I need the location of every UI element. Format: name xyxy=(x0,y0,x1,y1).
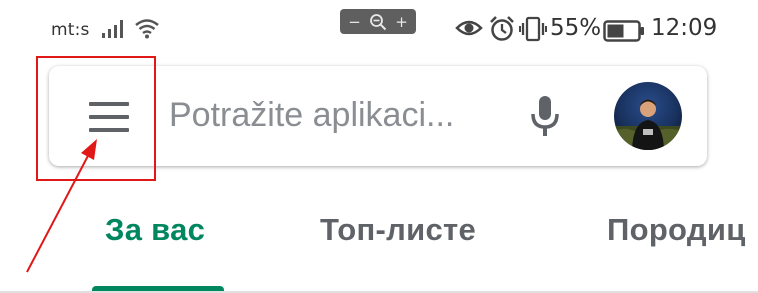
avatar[interactable] xyxy=(614,82,682,150)
clock: 12:09 xyxy=(651,15,718,41)
zoom-in-button[interactable]: + xyxy=(395,13,408,31)
magnifier-icon xyxy=(370,13,387,30)
eye-icon xyxy=(455,20,483,36)
status-bar: mt:s − + 55% 12:09 xyxy=(0,0,758,60)
battery-percent: 55% xyxy=(550,15,602,41)
wifi-icon xyxy=(135,19,159,39)
vibrate-icon xyxy=(519,16,547,42)
search-input[interactable]: Potražite aplikaci... xyxy=(169,96,454,135)
menu-icon[interactable] xyxy=(89,102,129,132)
zoom-controls[interactable]: − + xyxy=(340,9,416,34)
alarm-icon xyxy=(490,16,514,41)
carrier-name: mt:s xyxy=(51,20,90,40)
signal-icon xyxy=(102,20,123,38)
search-bar[interactable]: Potražite aplikaci... xyxy=(49,66,707,166)
tab-top-charts[interactable]: Топ-листе xyxy=(320,212,476,248)
tab-family[interactable]: Породиц xyxy=(607,212,746,248)
zoom-out-button[interactable]: − xyxy=(348,13,361,31)
mic-icon[interactable] xyxy=(528,94,562,138)
tab-for-you[interactable]: За вас xyxy=(105,212,205,248)
tab-bar: За вас Топ-листе Породиц xyxy=(0,190,758,293)
battery-icon xyxy=(603,20,644,42)
